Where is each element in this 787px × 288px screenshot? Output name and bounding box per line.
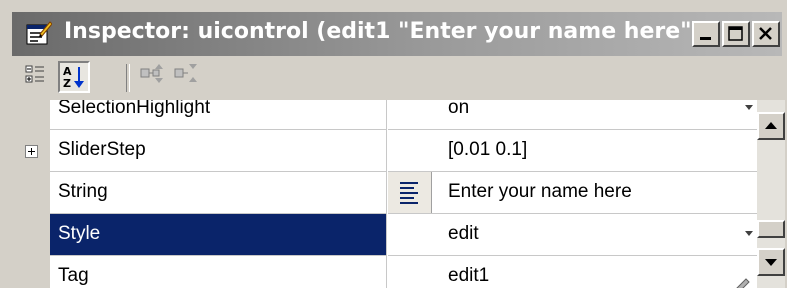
dropdown-arrow-icon[interactable] bbox=[745, 231, 753, 236]
property-grid: SelectionHighlight on SliderStep [0.01 0… bbox=[12, 100, 757, 288]
window-title: Inspector: uicontrol (edit1 "Enter your … bbox=[64, 19, 702, 44]
property-row-sliderstep[interactable]: SliderStep [0.01 0.1] bbox=[50, 130, 757, 172]
text-editor-button[interactable] bbox=[388, 172, 432, 213]
scroll-down-button[interactable] bbox=[757, 248, 785, 276]
property-value: on bbox=[448, 100, 470, 118]
toolbar-separator bbox=[126, 64, 130, 92]
vertical-scrollbar[interactable] bbox=[757, 100, 785, 288]
property-name-cell: Tag bbox=[50, 256, 387, 288]
property-row-selectionhighlight[interactable]: SelectionHighlight on bbox=[50, 100, 757, 130]
property-row-style[interactable]: Style edit bbox=[50, 214, 757, 256]
scroll-up-button[interactable] bbox=[757, 112, 785, 140]
expand-all-button[interactable] bbox=[138, 61, 170, 93]
arrow-down-icon bbox=[765, 259, 777, 266]
property-value-cell[interactable]: Enter your name here bbox=[388, 172, 757, 214]
property-value-cell[interactable]: edit1 bbox=[388, 256, 757, 288]
property-row-string[interactable]: String Enter your name here bbox=[50, 172, 757, 214]
property-value: Enter your name here bbox=[448, 181, 632, 202]
property-name-cell: String bbox=[50, 172, 387, 214]
property-name: String bbox=[58, 181, 108, 202]
dropdown-arrow-icon[interactable] bbox=[745, 105, 753, 110]
property-name: Style bbox=[58, 223, 101, 244]
property-name: SliderStep bbox=[58, 139, 146, 160]
property-name: Tag bbox=[58, 265, 89, 286]
property-row-tag[interactable]: Tag edit1 bbox=[50, 256, 757, 288]
title-bar[interactable]: Inspector: uicontrol (edit1 "Enter your … bbox=[12, 12, 782, 56]
property-value: [0.01 0.1] bbox=[448, 139, 528, 160]
collapse-all-icon bbox=[174, 64, 197, 82]
svg-text:Z: Z bbox=[63, 77, 71, 90]
expand-all-icon bbox=[140, 64, 163, 83]
close-button[interactable] bbox=[752, 21, 780, 47]
property-name-cell: SliderStep bbox=[50, 130, 387, 172]
property-value-cell[interactable]: on bbox=[388, 100, 757, 130]
scroll-thumb[interactable] bbox=[757, 220, 785, 238]
property-name-cell: Style bbox=[50, 214, 387, 256]
categorized-icon bbox=[25, 65, 44, 83]
categorized-view-button[interactable] bbox=[22, 61, 54, 93]
property-value-cell[interactable]: edit bbox=[388, 214, 757, 256]
minimize-button[interactable] bbox=[692, 21, 720, 47]
maximize-icon bbox=[728, 26, 743, 41]
expand-icon[interactable] bbox=[25, 145, 38, 158]
property-value-cell[interactable]: [0.01 0.1] bbox=[388, 130, 757, 172]
inspector-window: Inspector: uicontrol (edit1 "Enter your … bbox=[0, 0, 787, 288]
toolbar: A Z bbox=[12, 56, 782, 98]
collapse-all-button[interactable] bbox=[172, 61, 204, 93]
property-value: edit1 bbox=[448, 265, 490, 286]
minimize-icon bbox=[700, 37, 711, 40]
arrow-up-icon bbox=[765, 122, 777, 129]
pencil-icon[interactable] bbox=[733, 274, 751, 288]
property-name: SelectionHighlight bbox=[58, 100, 211, 118]
sort-az-icon: A Z bbox=[63, 65, 84, 90]
maximize-button[interactable] bbox=[722, 21, 750, 47]
text-lines-icon bbox=[400, 182, 418, 204]
grid-gutter bbox=[12, 100, 50, 288]
close-icon bbox=[759, 27, 772, 40]
inspector-app-icon bbox=[26, 21, 52, 45]
property-value: edit bbox=[448, 223, 479, 244]
alphabetical-sort-button[interactable]: A Z bbox=[58, 61, 90, 93]
property-name-cell: SelectionHighlight bbox=[50, 100, 387, 130]
